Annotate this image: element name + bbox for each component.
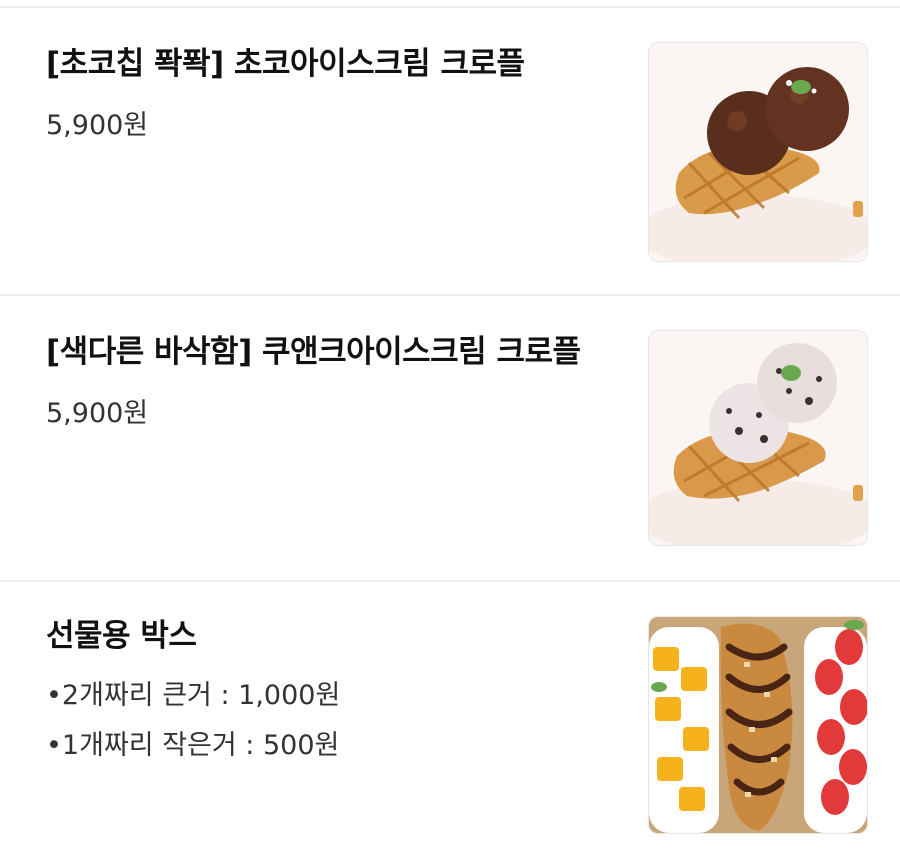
option-small-box: •1개짜리 작은거 : 500원 [46, 730, 340, 761]
menu-item-price: 5,900원 [46, 398, 149, 429]
option-large-box: •2개짜리 큰거 : 1,000원 [46, 680, 341, 711]
cookies-cream-ice-cream-croffle-photo [648, 330, 868, 546]
menu-item-cookies-cream-croffle[interactable]: [색다른 바삭함] 쿠앤크아이스크림 크로플 5,900원 [0, 296, 900, 580]
menu-item-price: 5,900원 [46, 110, 149, 141]
menu-item-name: [색다른 바삭함] 쿠앤크아이스크림 크로플 [46, 334, 581, 370]
menu-item-name: [초코칩 퐉퐉] 초코아이스크림 크로플 [46, 46, 525, 82]
croffle-gift-box-photo [648, 616, 868, 834]
menu-item-chocolate-croffle[interactable]: [초코칩 퐉퐉] 초코아이스크림 크로플 5,900원 [0, 8, 900, 294]
menu-item-gift-box[interactable]: 선물용 박스 •2개짜리 큰거 : 1,000원 •1개짜리 작은거 : 500… [0, 582, 900, 864]
chocolate-ice-cream-croffle-photo [648, 42, 868, 262]
menu-item-name: 선물용 박스 [46, 618, 197, 654]
